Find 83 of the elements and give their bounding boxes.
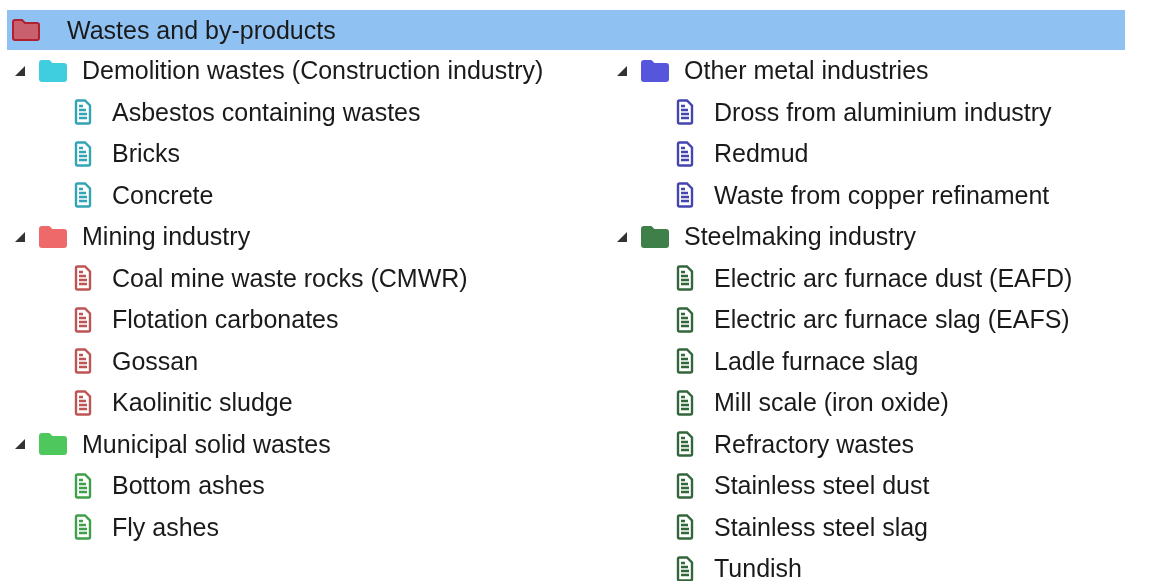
file-row[interactable]: Coal mine waste rocks (CMWR) [14,257,610,299]
folder-row[interactable]: Demolition wastes (Construction industry) [14,50,610,92]
folder-icon [11,18,41,42]
file-row[interactable]: Electric arc furnace slag (EAFS) [616,299,1073,341]
document-icon [74,140,92,167]
tree-item-label: Coal mine waste rocks (CMWR) [112,263,468,293]
folder-icon [640,224,670,249]
tree-item-label: Mining industry [82,222,251,252]
file-row[interactable]: Electric arc furnace dust (EAFD) [616,257,1073,299]
document-icon [676,265,694,292]
expand-triangle-icon[interactable] [616,64,628,77]
file-row[interactable]: Asbestos containing wastes [14,91,610,133]
folder-row[interactable]: Steelmaking industry [616,216,1073,258]
tree-item-label: Steelmaking industry [684,222,917,252]
document-icon [74,348,92,375]
document-icon [74,182,92,209]
file-row[interactable]: Mill scale (iron oxide) [616,382,1073,424]
tree-item-label: Tundish [714,554,802,581]
document-icon [676,306,694,333]
document-icon [74,99,92,126]
folder-icon [38,224,68,249]
tree-item-label: Other metal industries [684,56,929,86]
tree-item-label: Stainless steel slag [714,512,928,542]
expand-triangle-icon[interactable] [14,64,26,77]
document-icon [74,265,92,292]
document-icon [676,431,694,458]
tree-item-label: Stainless steel dust [714,471,930,501]
document-icon [74,306,92,333]
folder-icon [38,432,68,457]
folder-row[interactable]: Municipal solid wastes [14,423,610,465]
document-icon [676,140,694,167]
tree-item-label: Municipal solid wastes [82,429,331,459]
file-row[interactable]: Kaolinitic sludge [14,382,610,424]
folder-icon [640,58,670,83]
tree-item-label: Waste from copper refinament [714,180,1050,210]
tree-item-label: Wastes and by-products [67,15,336,45]
document-icon [676,182,694,209]
tree-item-label: Refractory wastes [714,429,915,459]
tree-item-label: Electric arc furnace dust (EAFD) [714,263,1073,293]
tree-item-label: Demolition wastes (Construction industry) [82,56,544,86]
file-row[interactable]: Refractory wastes [616,423,1073,465]
tree-item-label: Concrete [112,180,214,210]
tree-item-label: Electric arc furnace slag (EAFS) [714,305,1070,335]
file-row[interactable]: Bottom ashes [14,465,610,507]
file-row[interactable]: Stainless steel dust [616,465,1073,507]
file-row[interactable]: Ladle furnace slag [616,340,1073,382]
folder-icon [38,58,68,83]
document-icon [676,99,694,126]
file-row[interactable]: Redmud [616,133,1073,175]
tree-item-label: Fly ashes [112,512,219,542]
file-row[interactable]: Stainless steel slag [616,506,1073,548]
tree-item-label: Flotation carbonates [112,305,339,335]
expand-triangle-icon[interactable] [14,230,26,243]
folder-row[interactable]: Other metal industries [616,50,1073,92]
tree-item-label: Bottom ashes [112,471,265,501]
file-row[interactable]: Fly ashes [14,506,610,548]
document-icon [676,389,694,416]
tree-item-label: Ladle furnace slag [714,346,919,376]
document-icon [74,389,92,416]
tree-root-row[interactable]: Wastes and by-products [7,10,1125,50]
tree-item-label: Mill scale (iron oxide) [714,388,949,418]
tree-item-label: Redmud [714,139,809,169]
file-row[interactable]: Concrete [14,174,610,216]
folder-row[interactable]: Mining industry [14,216,610,258]
tree-item-label: Dross from aluminium industry [714,97,1052,127]
tree-item-label: Kaolinitic sludge [112,388,293,418]
expand-triangle-icon[interactable] [616,230,628,243]
tree-item-label: Asbestos containing wastes [112,97,421,127]
file-row[interactable]: Gossan [14,340,610,382]
file-row[interactable]: Tundish [616,548,1073,581]
file-row[interactable]: Dross from aluminium industry [616,91,1073,133]
tree-item-label: Gossan [112,346,199,376]
document-icon [676,555,694,581]
file-row[interactable]: Bricks [14,133,610,175]
document-icon [676,472,694,499]
file-row[interactable]: Flotation carbonates [14,299,610,341]
document-icon [676,514,694,541]
document-icon [74,472,92,499]
document-icon [676,348,694,375]
tree-item-label: Bricks [112,139,181,169]
file-row[interactable]: Waste from copper refinament [616,174,1073,216]
expand-triangle-icon[interactable] [14,438,26,451]
document-icon [74,514,92,541]
